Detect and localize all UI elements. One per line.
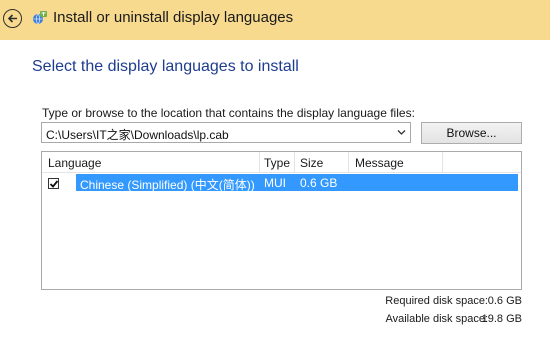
browse-button[interactable]: Browse... [421,122,522,144]
column-separator[interactable] [442,152,443,172]
available-disk-label: Available disk space: [385,313,488,325]
column-type[interactable]: Type [264,156,290,170]
available-disk-value: 19.8 GB [481,313,522,325]
column-separator[interactable] [348,152,349,172]
cell-size: 0.6 GB [300,176,338,190]
page-heading: Select the display languages to install [32,58,299,75]
required-disk-value: 0.6 GB [487,295,522,307]
column-size[interactable]: Size [300,156,323,170]
column-message[interactable]: Message [355,156,404,170]
language-list[interactable]: Language Type Size Message Chinese (Simp… [41,151,522,290]
checkmark-icon [49,180,59,188]
chevron-down-icon[interactable] [397,129,406,136]
language-row-checkbox[interactable] [48,178,59,189]
location-combobox[interactable]: C:\Users\IT之家\Downloads\lp.cab [41,122,411,143]
back-button[interactable] [3,9,22,28]
column-separator[interactable] [294,152,295,172]
back-arrow-icon [7,14,17,23]
required-disk-label: Required disk space: [385,295,488,307]
location-input-value[interactable]: C:\Users\IT之家\Downloads\lp.cab [46,126,229,143]
list-header: Language Type Size Message [42,152,521,173]
window-title: Install or uninstall display languages [53,9,294,26]
column-separator[interactable] [259,152,260,172]
cell-language: Chinese (Simplified) (中文(简体)) [80,178,255,192]
table-row[interactable]: Chinese (Simplified) (中文(简体)) MUI 0.6 GB [76,174,518,192]
title-bar: Install or uninstall display languages [0,0,550,40]
language-globe-icon [33,11,47,25]
location-label: Type or browse to the location that cont… [42,106,415,120]
install-languages-window: Install or uninstall display languages S… [0,0,550,351]
column-language[interactable]: Language [48,156,101,170]
cell-type: MUI [264,176,286,190]
